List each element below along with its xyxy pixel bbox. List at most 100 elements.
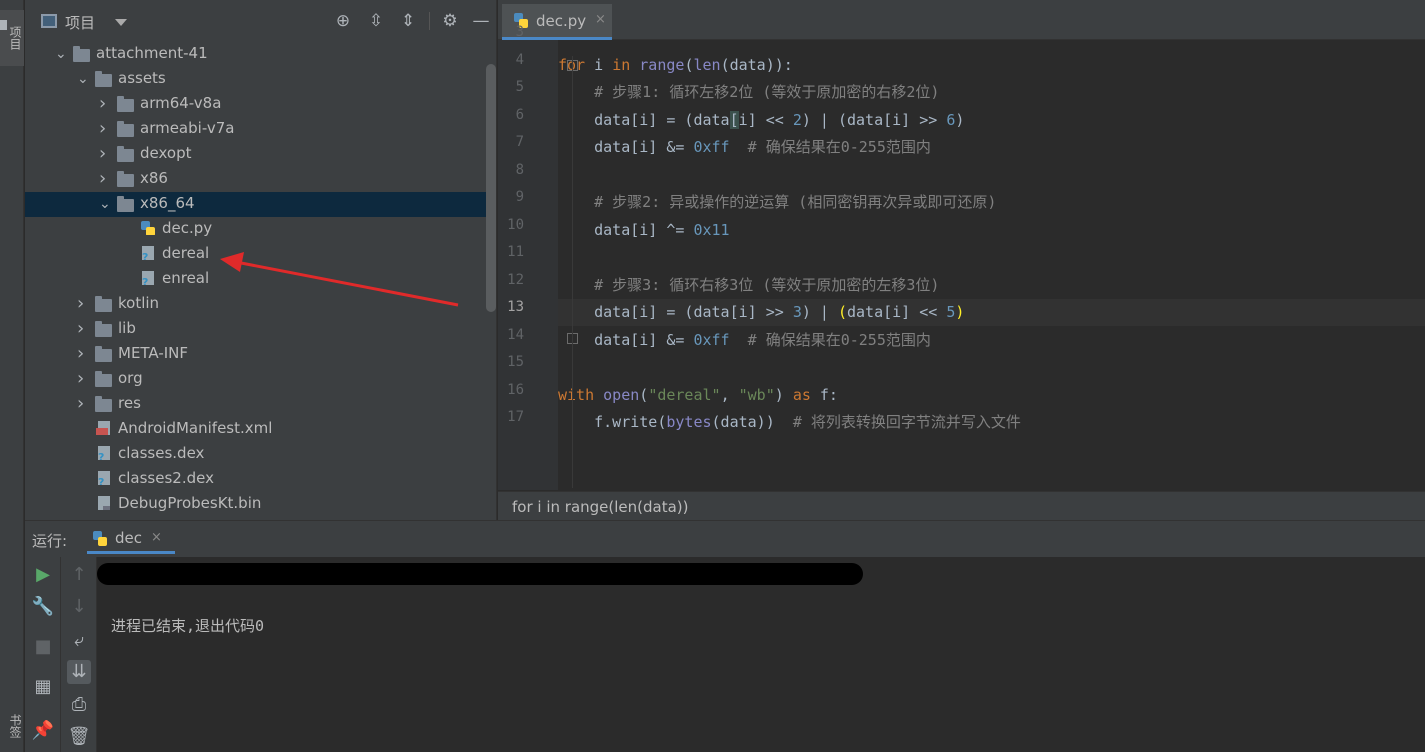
binary-file-icon <box>98 496 110 510</box>
chevron-right-icon[interactable]: › <box>99 170 111 188</box>
folder-icon <box>117 96 134 112</box>
code-line: data[i] &= 0xff # 确保结果在0-255范围内 <box>558 331 931 349</box>
collapse-all-icon[interactable]: ⇕ <box>398 11 418 31</box>
line-number: 12 <box>507 271 524 288</box>
tree-item-lib[interactable]: › lib <box>25 317 486 342</box>
code-line: # 步骤2: 异或操作的逆运算 (相同密钥再次异或即可还原) <box>594 193 997 211</box>
tree-item-assets[interactable]: ⌄ assets <box>25 67 486 92</box>
chevron-right-icon[interactable]: › <box>77 395 89 413</box>
tree-item-arm64-v8a[interactable]: › arm64-v8a <box>25 92 486 117</box>
tree-item-label: DebugProbesKt.bin <box>118 494 262 512</box>
tree-item-armeabi-v7a[interactable]: › armeabi-v7a <box>25 117 486 142</box>
code-line: f.write(bytes(data)) # 将列表转换回字节流并写入文件 <box>558 413 1021 431</box>
tree-item-label: attachment-41 <box>96 44 208 62</box>
tree-item-x86[interactable]: › x86 <box>25 167 486 192</box>
arrow-down-icon[interactable]: ↓ <box>67 595 91 619</box>
chevron-right-icon[interactable]: › <box>77 370 89 388</box>
chevron-right-icon[interactable]: › <box>99 95 111 113</box>
tree-item-label: res <box>118 394 141 412</box>
editor-tab-label: dec.py <box>536 12 587 30</box>
svg-text:?: ? <box>142 251 148 260</box>
tree-item-dec-py[interactable]: dec.py <box>25 217 486 242</box>
editor-breadcrumb[interactable]: for i in range(len(data)) <box>498 491 1425 520</box>
console-output[interactable]: 进程已结束,退出代码0 <box>97 557 1425 752</box>
project-view-icon <box>41 14 57 28</box>
line-number-gutter: 3 4 5 6 7 8 9 10 11 12 13 14 15 16 17 <box>498 24 578 490</box>
tree-item-x86-64[interactable]: ⌄ x86_64 <box>25 192 486 217</box>
chevron-down-icon[interactable]: ⌄ <box>55 45 67 63</box>
chevron-down-icon[interactable]: ⌄ <box>77 70 89 88</box>
code-area[interactable]: for i in range(len(data)): # 步骤1: 循环左移2位… <box>558 40 1425 490</box>
code-editor: dec.py × 3 4 5 6 7 8 9 10 11 12 13 14 15 16 17 for i i… <box>498 0 1425 520</box>
tree-item-attachment-41[interactable]: ⌄ attachment-41 <box>25 42 486 67</box>
run-toolbar-primary: ▶ 🔧 ■ ▦ 📌 <box>25 557 61 752</box>
code-line: # 步骤3: 循环右移3位 (等效于原加密的左移3位) <box>594 276 940 294</box>
close-icon[interactable]: × <box>595 12 606 27</box>
folder-icon <box>95 346 112 362</box>
scroll-to-end-icon[interactable]: ⇊ <box>67 660 91 684</box>
chevron-right-icon[interactable]: › <box>99 145 111 163</box>
close-icon[interactable]: × <box>151 530 162 545</box>
rerun-icon[interactable]: ▶ <box>31 563 55 587</box>
stop-icon[interactable]: ■ <box>31 635 55 659</box>
project-panel-title[interactable]: 项目 <box>65 12 95 33</box>
left-tool-strip: 项目 书签 <box>0 0 24 752</box>
wrench-icon[interactable]: 🔧 <box>31 595 55 619</box>
expand-all-icon[interactable]: ⇳ <box>366 11 386 31</box>
folder-icon <box>117 121 134 137</box>
python-file-icon <box>93 531 107 546</box>
chevron-right-icon[interactable]: › <box>99 120 111 138</box>
code-line: data[i] ^= 0x11 <box>558 221 730 239</box>
chevron-down-icon[interactable] <box>115 19 127 26</box>
hide-panel-icon[interactable]: — <box>471 11 491 31</box>
gear-icon[interactable]: ⚙ <box>440 11 460 31</box>
soft-wrap-icon[interactable]: ⤶ <box>67 629 91 653</box>
tree-item-dexopt[interactable]: › dexopt <box>25 142 486 167</box>
project-tool-tab-label: 项目 <box>8 26 22 50</box>
tree-item-androidmanifest-xml[interactable]: AndroidManifest.xml <box>25 417 486 442</box>
tree-item-enreal[interactable]: ? enreal <box>25 267 486 292</box>
tree-item-label: lib <box>118 319 136 337</box>
project-panel-header: 项目 ⊕ ⇳ ⇕ ⚙ — <box>25 0 497 42</box>
chevron-right-icon[interactable]: › <box>77 295 89 313</box>
chevron-down-icon[interactable]: ⌄ <box>99 195 111 213</box>
arrow-up-icon[interactable]: ↑ <box>67 563 91 587</box>
tree-item-classes2-dex[interactable]: ? classes2.dex <box>25 467 486 492</box>
layout-icon[interactable]: ▦ <box>31 675 55 699</box>
run-label: 运行: <box>32 532 68 550</box>
chevron-right-icon[interactable]: › <box>77 345 89 363</box>
unknown-file-icon: ? <box>98 471 110 485</box>
tree-item-dereal[interactable]: ? dereal <box>25 242 486 267</box>
trash-icon[interactable]: 🗑 <box>67 725 91 749</box>
line-number: 8 <box>515 161 524 178</box>
print-icon[interactable]: ⎙ <box>67 693 91 717</box>
tree-item-label: dexopt <box>140 144 192 162</box>
unknown-file-icon: ? <box>142 271 154 285</box>
redacted-region <box>97 563 863 585</box>
folder-icon <box>95 321 112 337</box>
tree-item-classes-dex[interactable]: ? classes.dex <box>25 442 486 467</box>
line-number: 4 <box>515 51 524 68</box>
run-tab-dec[interactable]: dec × <box>87 524 175 554</box>
tree-item-label: dec.py <box>162 219 213 237</box>
chevron-right-icon[interactable]: › <box>77 320 89 338</box>
code-line-current: data[i] = (data[i] >> 3) | (data[i] << 5… <box>558 299 1425 326</box>
tree-item-debugprobeskt-bin[interactable]: DebugProbesKt.bin <box>25 492 486 517</box>
line-number: 7 <box>515 134 524 150</box>
tree-item-label: dereal <box>162 244 210 262</box>
line-number: 3 <box>515 24 524 40</box>
run-toolbar-secondary: ↑ ↓ ⤶ ⇊ ⎙ 🗑 <box>61 557 97 752</box>
tree-item-meta-inf[interactable]: › META-INF <box>25 342 486 367</box>
tree-item-res[interactable]: › res <box>25 392 486 417</box>
code-line: for i in range(len(data)): <box>558 56 793 74</box>
project-tree-scrollbar[interactable] <box>486 64 496 312</box>
bookmarks-tool-tab[interactable]: 书签 <box>0 702 24 750</box>
tree-item-org[interactable]: › org <box>25 367 486 392</box>
tree-item-kotlin[interactable]: › kotlin <box>25 292 486 317</box>
locate-target-icon[interactable]: ⊕ <box>333 11 353 31</box>
pin-icon[interactable]: 📌 <box>31 719 55 743</box>
code-line: data[i] = (data[i] << 2) | (data[i] >> 6… <box>558 111 965 129</box>
run-tab-bar: 运行: dec × <box>25 521 1425 557</box>
project-tool-tab[interactable]: 项目 <box>0 10 24 66</box>
